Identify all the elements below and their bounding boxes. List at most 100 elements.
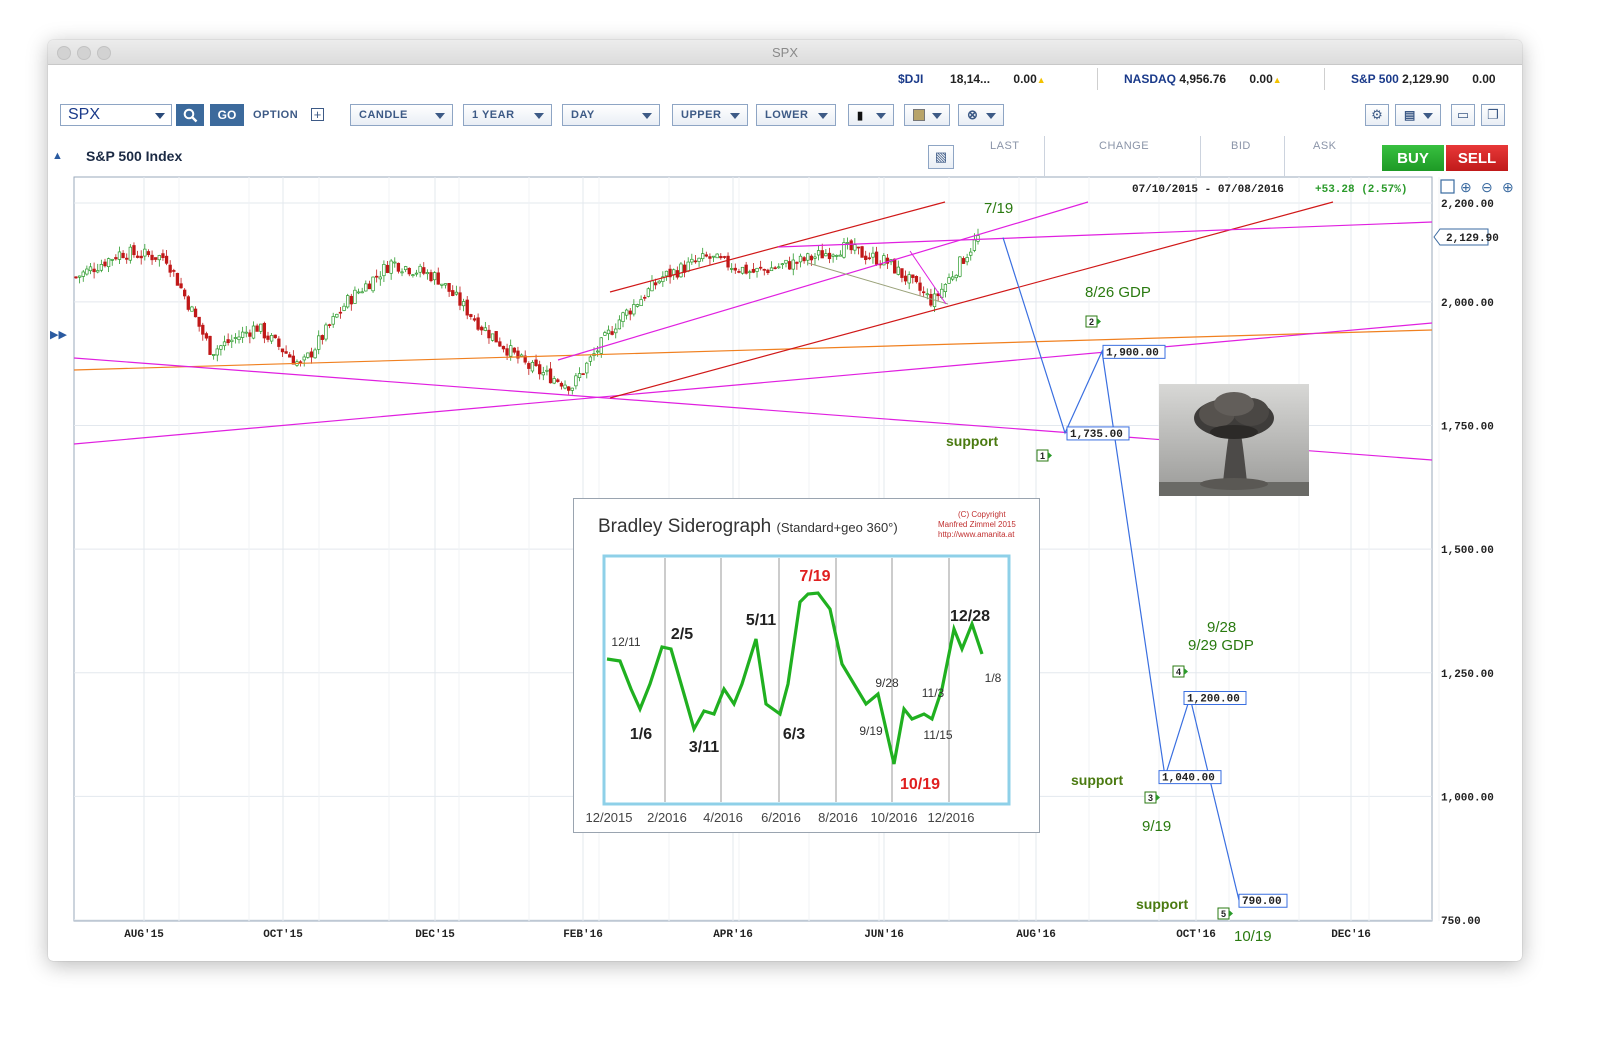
candle-body bbox=[628, 310, 632, 315]
candle-body bbox=[186, 296, 190, 310]
annotation-10-19: 10/19 bbox=[1234, 928, 1272, 945]
candle-body bbox=[197, 316, 201, 327]
fit-icon[interactable] bbox=[1440, 179, 1455, 194]
candle-body bbox=[74, 276, 78, 279]
candle-body bbox=[146, 251, 151, 256]
candle-body bbox=[244, 331, 248, 334]
candle-body bbox=[335, 313, 339, 318]
chart-window: SPX $DJI 18,14... 0.00▲ NASDAQ 4,956.76 … bbox=[48, 40, 1522, 961]
candle-body bbox=[545, 369, 549, 372]
annotation-support-3: support bbox=[1071, 772, 1123, 788]
candle-body bbox=[893, 258, 897, 274]
wave-number-label: 1 bbox=[1040, 451, 1045, 461]
inset-x-label: 12/2015 bbox=[586, 810, 633, 825]
candle-body bbox=[530, 361, 535, 372]
candle-body bbox=[701, 253, 705, 260]
candle-body bbox=[469, 314, 473, 318]
candle-body bbox=[556, 379, 560, 382]
y-tick-label: 2,200.00 bbox=[1441, 199, 1494, 211]
candle-body bbox=[744, 264, 748, 274]
candle-body bbox=[961, 258, 966, 264]
candle-body bbox=[132, 245, 136, 256]
candle-body bbox=[911, 274, 915, 278]
inset-x-label: 12/2016 bbox=[928, 810, 975, 825]
inset-peak-label: 12/28 bbox=[950, 608, 990, 625]
candle-body bbox=[505, 348, 509, 356]
zoom-out-icon[interactable]: ⊖ bbox=[1481, 179, 1493, 195]
bradley-siderograph-inset: Bradley Siderograph (Standard+geo 360°) … bbox=[573, 498, 1040, 833]
candle-body bbox=[117, 251, 122, 260]
candle-body bbox=[802, 257, 806, 262]
candle-body bbox=[603, 332, 607, 336]
projection-price-label: 1,040.00 bbox=[1162, 773, 1215, 785]
y-tick-label: 2,000.00 bbox=[1441, 298, 1494, 310]
candle-body bbox=[856, 246, 861, 249]
candle-body bbox=[476, 317, 480, 330]
candle-body bbox=[266, 335, 270, 340]
candle-body bbox=[150, 254, 154, 261]
candle-body bbox=[99, 264, 104, 271]
candle-body bbox=[454, 291, 459, 295]
candle-body bbox=[298, 361, 303, 364]
candle-body bbox=[143, 248, 147, 257]
candle-body bbox=[327, 324, 332, 326]
candle-body bbox=[106, 258, 111, 268]
candle-body bbox=[922, 291, 926, 294]
candle-body bbox=[726, 255, 730, 268]
candle-body bbox=[820, 250, 824, 259]
inset-peak-label: 1/6 bbox=[630, 726, 652, 743]
candle-body bbox=[813, 256, 817, 259]
candle-body bbox=[226, 339, 230, 344]
zoom-in-icon[interactable]: ⊕ bbox=[1460, 179, 1472, 195]
candle-body bbox=[867, 257, 871, 260]
candle-body bbox=[816, 250, 821, 256]
annotation-9-29-gdp: 9/29 GDP bbox=[1188, 637, 1254, 654]
candle-body bbox=[309, 351, 314, 358]
candle-body bbox=[958, 256, 962, 277]
candle-body bbox=[233, 337, 238, 339]
candle-body bbox=[965, 257, 969, 263]
candle-body bbox=[791, 259, 795, 270]
candle-body bbox=[903, 275, 908, 282]
zoom-reset-icon[interactable]: ⊕ bbox=[1502, 179, 1514, 195]
candle-body bbox=[664, 270, 669, 277]
candle-body bbox=[96, 270, 100, 273]
candle-body bbox=[204, 333, 209, 339]
candle-body bbox=[784, 259, 788, 264]
candle-body bbox=[88, 266, 93, 272]
candle-body bbox=[914, 276, 919, 283]
annotation-support-5: support bbox=[1136, 896, 1188, 912]
x-tick-label: APR'16 bbox=[713, 929, 753, 941]
candle-body bbox=[324, 324, 328, 340]
inset-peak-label: 12/11 bbox=[611, 635, 640, 649]
candle-body bbox=[288, 354, 292, 358]
candle-body bbox=[154, 257, 158, 260]
candle-body bbox=[125, 257, 129, 260]
candle-body bbox=[501, 345, 506, 350]
candle-body bbox=[487, 329, 491, 339]
candle-body bbox=[110, 259, 114, 261]
candle-body bbox=[353, 289, 357, 304]
y-axis: 2,200.00 2,000.00 1,750.00 1,500.00 1,250.00… bbox=[1441, 199, 1494, 928]
candle-body bbox=[512, 347, 516, 353]
candle-body bbox=[432, 272, 437, 281]
candle-body bbox=[367, 283, 372, 290]
candle-body bbox=[759, 266, 763, 269]
candle-body bbox=[385, 264, 390, 274]
x-tick-label: AUG'16 bbox=[1016, 929, 1056, 941]
candle-body bbox=[135, 255, 140, 258]
candle-body bbox=[219, 345, 223, 350]
candle-body bbox=[635, 304, 640, 307]
candle-body bbox=[190, 306, 194, 312]
inset-peak-label: 2/5 bbox=[671, 626, 693, 643]
inset-x-label: 6/2016 bbox=[761, 810, 801, 825]
candle-body bbox=[440, 283, 444, 286]
candle-body bbox=[465, 299, 469, 316]
candle-body bbox=[806, 253, 810, 261]
candle-body bbox=[719, 256, 723, 259]
candle-body bbox=[193, 308, 198, 318]
candle-body bbox=[559, 382, 564, 387]
candle-body bbox=[860, 246, 864, 258]
candle-body bbox=[259, 323, 263, 332]
candle-body bbox=[277, 338, 281, 347]
